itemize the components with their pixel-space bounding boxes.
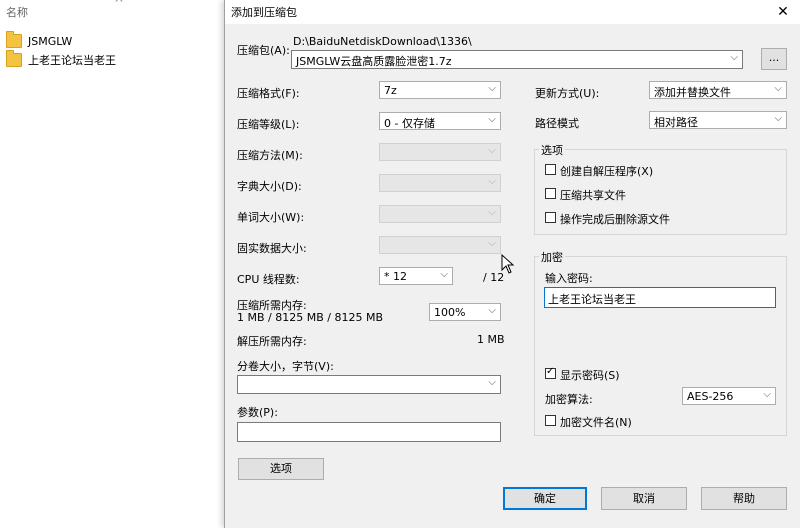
level-combo[interactable]: 0 - 仅存储 ⌵ (379, 112, 501, 130)
solid-label: 固实数据大小: (237, 242, 307, 255)
path-mode-value: 相对路径 (654, 116, 698, 129)
dialog-title: 添加到压缩包 (231, 6, 297, 19)
password-value: 上老王论坛当老王 (548, 293, 636, 306)
shared-files-label[interactable]: 压缩共享文件 (560, 187, 626, 203)
chevron-down-icon: ⌵ (488, 238, 496, 249)
file-name: JSMGLW (28, 34, 73, 48)
path-mode-combo[interactable]: 相对路径 ⌵ (649, 111, 787, 129)
update-mode-value: 添加并替换文件 (654, 86, 731, 99)
chevron-down-icon[interactable]: ⌵ (488, 114, 496, 125)
update-mode-combo[interactable]: 添加并替换文件 ⌵ (649, 81, 787, 99)
dict-combo: ⌵ (379, 174, 501, 192)
browse-button[interactable]: ... (761, 48, 787, 70)
folder-icon (6, 31, 22, 48)
level-value: 0 - 仅存储 (384, 117, 435, 130)
show-password-label[interactable]: 显示密码(S) (560, 367, 620, 383)
archive-label: 压缩包(A): (237, 44, 290, 57)
mouse-cursor-icon (501, 254, 515, 274)
word-label: 单词大小(W): (237, 211, 305, 224)
path-mode-label: 路径模式 (535, 117, 579, 130)
encryption-method-value: AES-256 (687, 390, 734, 403)
split-volume-combo[interactable]: ⌵ (237, 375, 501, 394)
update-mode-label: 更新方式(U): (535, 87, 600, 100)
file-name: 上老王论坛当老王 (28, 54, 116, 67)
method-label: 压缩方法(M): (237, 149, 303, 162)
chevron-down-icon[interactable]: ⌵ (488, 305, 496, 316)
cancel-button[interactable]: 取消 (601, 487, 687, 510)
sfx-label[interactable]: 创建自解压程序(X) (560, 163, 653, 179)
show-password-checkbox[interactable] (545, 366, 556, 379)
close-icon[interactable]: ✕ (771, 1, 795, 23)
archive-name-value: JSMGLW云盘高质露脸泄密1.7z (296, 55, 452, 68)
encrypt-names-label[interactable]: 加密文件名(N) (560, 414, 632, 430)
archive-name-combo[interactable]: JSMGLW云盘高质露脸泄密1.7z ⌵ (291, 50, 743, 69)
format-combo[interactable]: 7z ⌵ (379, 81, 501, 99)
folder-icon (6, 50, 22, 67)
encryption-group-title: 加密 (539, 249, 565, 265)
delete-source-label[interactable]: 操作完成后删除源文件 (560, 211, 670, 227)
chevron-down-icon[interactable]: ⌵ (730, 52, 738, 63)
chevron-down-icon[interactable]: ⌵ (774, 83, 782, 94)
parameters-label: 参数(P): (237, 406, 278, 419)
shared-files-checkbox[interactable] (545, 188, 556, 199)
chevron-down-icon[interactable]: ⌵ (488, 83, 496, 94)
cpu-threads-value: * 12 (384, 270, 407, 283)
chevron-down-icon: ⌵ (488, 176, 496, 187)
parameters-input[interactable] (237, 422, 501, 442)
encrypt-names-checkbox[interactable] (545, 415, 556, 426)
memory-percent-combo[interactable]: 100% ⌵ (429, 303, 501, 321)
method-combo: ⌵ (379, 143, 501, 161)
title-bar: 添加到压缩包 ✕ (225, 0, 800, 24)
encryption-method-label: 加密算法: (545, 393, 593, 406)
chevron-down-icon[interactable]: ⌵ (440, 269, 448, 280)
delete-source-checkbox[interactable] (545, 212, 556, 223)
encryption-method-combo[interactable]: AES-256 ⌵ (682, 387, 776, 405)
format-value: 7z (384, 84, 397, 97)
format-label: 压缩格式(F): (237, 87, 300, 100)
level-label: 压缩等级(L): (237, 118, 300, 131)
solid-combo: ⌵ (379, 236, 501, 254)
decompress-memory-label: 解压所需内存: (237, 335, 307, 348)
chevron-up-icon[interactable]: ^ (114, 0, 124, 10)
list-item[interactable]: 上老王论坛当老王 (6, 50, 116, 69)
chevron-down-icon: ⌵ (488, 145, 496, 156)
split-volume-label: 分卷大小，字节(V): (237, 360, 334, 373)
options-group-title: 选项 (539, 142, 565, 158)
chevron-down-icon[interactable]: ⌵ (488, 377, 496, 388)
cpu-threads-combo[interactable]: * 12 ⌵ (379, 267, 453, 285)
password-input[interactable]: 上老王论坛当老王 (544, 287, 776, 308)
chevron-down-icon[interactable]: ⌵ (774, 113, 782, 124)
sfx-checkbox[interactable] (545, 164, 556, 175)
chevron-down-icon: ⌵ (488, 207, 496, 218)
options-button[interactable]: 选项 (238, 458, 324, 480)
explorer-panel: 名称 ^ JSMGLW 上老王论坛当老王 (0, 0, 226, 528)
ok-button[interactable]: 确定 (503, 487, 587, 510)
compress-memory-value: 1 MB / 8125 MB / 8125 MB (237, 311, 383, 324)
decompress-memory-value: 1 MB (477, 333, 505, 346)
column-header-name[interactable]: 名称 (6, 4, 28, 20)
chevron-down-icon[interactable]: ⌵ (763, 389, 771, 400)
password-label: 输入密码: (545, 272, 593, 285)
word-combo: ⌵ (379, 205, 501, 223)
add-to-archive-dialog: 添加到压缩包 ✕ 压缩包(A): D:\BaiduNetdiskDownload… (224, 0, 800, 528)
dict-label: 字典大小(D): (237, 180, 302, 193)
cpu-label: CPU 线程数: (237, 273, 300, 286)
memory-percent-value: 100% (434, 306, 466, 319)
help-button[interactable]: 帮助 (701, 487, 787, 510)
archive-path: D:\BaiduNetdiskDownload\1336\ (293, 35, 472, 48)
list-item[interactable]: JSMGLW (6, 31, 73, 50)
